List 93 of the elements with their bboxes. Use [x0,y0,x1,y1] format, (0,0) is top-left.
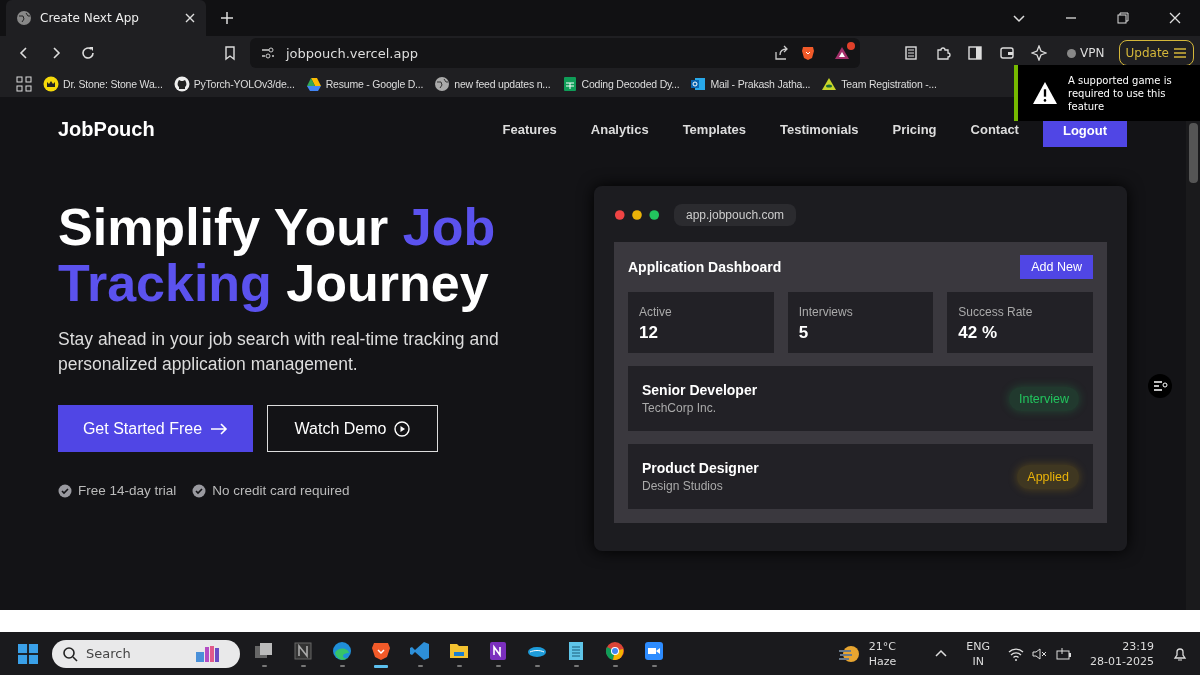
battery-icon[interactable] [1056,645,1073,662]
bookmark-item[interactable]: new feed updates n... [434,75,551,92]
puzzle-icon[interactable] [935,45,952,61]
nav-link[interactable]: Features [502,121,557,137]
watch-demo-button[interactable]: Watch Demo [267,405,438,452]
company-name: Design Studios [642,479,724,493]
region-text[interactable]: IN [972,653,984,669]
nav-link[interactable]: Pricing [892,121,937,137]
edge-icon[interactable] [331,640,353,662]
stat-value: 12 [639,323,659,343]
share-icon[interactable] [774,45,790,61]
browser-tab[interactable]: Create Next App [6,0,206,36]
scrollbar-thumb[interactable] [1189,123,1198,183]
windows-start-icon[interactable] [18,643,38,664]
hero-title: Simplify Your Job Tracking Journey [58,199,497,311]
code-editor-icon[interactable] [409,640,431,662]
language-text[interactable]: ENG [966,638,991,654]
status-tag: Interview [1008,386,1079,411]
globe-icon [16,10,32,26]
site-settings-icon[interactable] [260,45,276,61]
globe-icon [434,75,451,92]
weather-text: Haze [868,653,897,669]
nav-link[interactable]: Analytics [590,121,649,137]
bookmark-item[interactable]: Dr. Stone: Stone Wa... [43,75,163,92]
apps-grid-icon[interactable] [16,75,32,92]
crown-icon [43,75,59,92]
notification-text: A supported game is required to use this feature [1068,73,1173,113]
temperature-text: 21°C [868,638,897,654]
muted-speaker-icon[interactable] [1032,645,1049,662]
dashboard-title: Application Dashboard [628,259,782,275]
wallet-icon[interactable] [999,45,1016,61]
job-role: Product Designer [642,460,759,476]
company-name: TechCorp Inc. [642,401,718,415]
mail-icon [690,75,707,92]
check-circle-icon [192,483,207,498]
stat-label: Interviews [798,305,854,319]
clock-date[interactable]: 28-01-2025 [1090,653,1154,669]
add-new-button[interactable]: Add New [1020,255,1093,279]
close-icon[interactable] [1168,11,1182,25]
close-icon[interactable] [184,12,196,24]
play-icon [394,420,411,437]
clock-time[interactable]: 23:19 [1122,638,1154,654]
hero-subtitle: Stay ahead in your job search with real-time tracking and personalized application management. [58,328,500,376]
brand-logo[interactable]: JobPouch [58,117,155,141]
reload-icon[interactable] [80,45,96,61]
sidebar-icon[interactable] [967,45,984,61]
perk-text: No credit card required [212,483,350,498]
vpn-button[interactable]: VPN [1061,45,1111,61]
arrow-right-icon [210,422,229,435]
stat-label: Success Rate [958,305,1034,319]
tab-title: Create Next App [40,11,140,25]
get-started-button[interactable]: Get Started Free [58,405,253,452]
notification-dot [847,42,855,50]
new-tab-icon[interactable] [220,11,234,25]
url-text: jobpouch.vercel.app [286,45,418,61]
address-bar[interactable]: jobpouch.vercel.app [250,38,860,68]
check-circle-icon [58,483,72,498]
bell-icon[interactable] [1172,645,1188,662]
screenshot-icon[interactable] [903,45,920,61]
sheet-icon [561,75,578,92]
lion-icon[interactable] [800,45,816,61]
list-settings-icon[interactable] [1148,374,1172,398]
warning-icon [1032,81,1058,105]
search-field[interactable]: Search [84,645,188,662]
restore-icon[interactable] [1116,11,1130,25]
nav-link[interactable]: Testimonials [779,121,859,137]
nav-link[interactable]: Templates [682,121,746,137]
bookmark-item[interactable]: PyTorch-YOLOv3/de... [173,75,295,92]
notebook-icon[interactable] [487,640,509,662]
bookmark-item[interactable]: Team Registration -... [821,75,937,92]
bookmark-icon[interactable] [222,45,238,61]
menu-icon [1173,46,1187,60]
preview-url: app.jobpouch.com [674,204,797,226]
nav-link[interactable]: Contact [970,121,1019,137]
stat-value: 42 % [958,323,999,343]
sparkle-icon[interactable] [1031,45,1048,61]
search-bar[interactable]: Search [52,639,240,668]
window-dots-icon [614,209,660,221]
search-icon [62,645,78,662]
stat-value: 5 [798,323,810,343]
stat-label: Active [639,305,673,319]
video-camera-icon[interactable] [643,640,665,662]
status-tag: Applied [1017,464,1079,489]
wifi-icon[interactable] [1008,645,1025,662]
triangle-icon[interactable] [834,45,850,61]
perk-text: Free 14-day trial [78,483,177,498]
job-role: Senior Developer [642,382,758,398]
bookmark-item[interactable]: Coding Decoded Dy... [561,75,680,92]
drive-icon [305,75,322,92]
chrome-icon[interactable] [604,640,626,662]
bookmark-item[interactable]: Mail - Prakash Jatha... [690,75,811,92]
n-block-icon[interactable] [292,640,314,662]
bookmark-item[interactable]: Resume - Google D... [305,75,424,92]
